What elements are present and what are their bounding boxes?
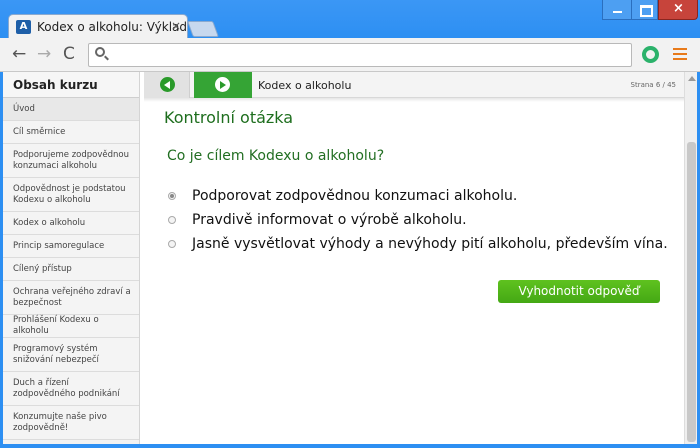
sidebar-item-label: Konzumujte naše pivo zodpovědně! xyxy=(13,411,107,433)
sidebar-list: Úvod Cíl směrnice Podporujeme zodpovědnou … xyxy=(3,98,139,440)
minimize-button[interactable] xyxy=(602,0,632,20)
sidebar-item[interactable]: Duch a řízení zodpovědného podnikání xyxy=(3,372,139,406)
site-favicon-icon: A xyxy=(16,20,31,34)
sidebar-item-label: Podporujeme zodpovědnou konzumaci alkoho… xyxy=(13,149,129,171)
course-sidebar: Obsah kurzu Úvod Cíl směrnice Podporujeme … xyxy=(3,72,140,444)
back-button[interactable]: ← xyxy=(12,45,26,63)
tab-title: Kodex o alkoholu: Výklad xyxy=(37,20,188,34)
sidebar-item-label: Odpovědnost je podstatou Kodexu o alkoho… xyxy=(13,183,126,205)
sidebar-item-label: Prohlášení Kodexu o alkoholu xyxy=(13,315,99,336)
sidebar-item-label: Duch a řízení zodpovědného podnikání xyxy=(13,377,120,399)
sidebar-title: Obsah kurzu xyxy=(3,72,139,98)
content-header: Kodex o alkoholu Strana 6 / 45 xyxy=(144,72,684,98)
title-bar: A Kodex o alkoholu: Výklad × × xyxy=(0,0,700,40)
answer-label: Podporovat zodpovědnou konzumaci alkohol… xyxy=(192,188,518,204)
radio-button[interactable] xyxy=(168,192,176,200)
vertical-scrollbar[interactable] xyxy=(684,72,697,444)
address-bar[interactable] xyxy=(88,43,632,67)
page-counter: Strana 6 / 45 xyxy=(630,81,676,89)
browser-window: A Kodex o alkoholu: Výklad × × ← → C Obs… xyxy=(0,0,700,448)
radio-button[interactable] xyxy=(168,240,176,248)
scroll-up-icon[interactable] xyxy=(688,76,696,81)
sidebar-item-label: Cíl směrnice xyxy=(13,126,66,137)
sidebar-item[interactable]: Programový systém snižování nebezpečí xyxy=(3,338,139,372)
sidebar-item-label: Princip samoregulace xyxy=(13,240,105,251)
next-page-button[interactable] xyxy=(194,72,252,98)
sidebar-item[interactable]: Cíl směrnice xyxy=(3,121,139,144)
radio-button[interactable] xyxy=(168,216,176,224)
new-tab-button[interactable] xyxy=(187,21,219,37)
sidebar-item[interactable]: Cílený přístup xyxy=(3,258,139,281)
reload-button[interactable]: C xyxy=(63,45,75,63)
maximize-button[interactable] xyxy=(632,0,658,20)
browser-toolbar: ← → C xyxy=(0,38,700,72)
scroll-thumb[interactable] xyxy=(687,142,696,442)
page-content: Obsah kurzu Úvod Cíl směrnice Podporujeme … xyxy=(3,72,697,444)
sidebar-item[interactable]: Ochrana veřejného zdraví a bezpečnost xyxy=(3,281,139,315)
section-title: Kontrolní otázka xyxy=(164,108,294,127)
content-heading: Kodex o alkoholu xyxy=(258,79,352,92)
sidebar-item-label: Cílený přístup xyxy=(13,263,72,274)
forward-button[interactable]: → xyxy=(37,45,51,63)
sidebar-item[interactable]: Podporujeme zodpovědnou konzumaci alkoho… xyxy=(3,144,139,178)
menu-icon[interactable] xyxy=(673,48,687,60)
answer-label: Jasně vysvětlovat výhody a nevýhody pití… xyxy=(192,236,668,252)
sidebar-item-label: Ochrana veřejného zdraví a bezpečnost xyxy=(13,286,131,308)
close-icon: × xyxy=(673,1,684,16)
sidebar-item[interactable]: Úvod xyxy=(3,98,139,121)
search-icon xyxy=(95,47,105,57)
sidebar-item[interactable]: Prohlášení Kodexu o alkoholu xyxy=(3,315,139,338)
quiz-question: Co je cílem Kodexu o alkoholu? xyxy=(167,148,385,164)
sidebar-item-label: Úvod xyxy=(13,103,35,114)
sidebar-item[interactable]: Princip samoregulace xyxy=(3,235,139,258)
evaluate-answer-button[interactable]: Vyhodnotit odpověď xyxy=(498,280,660,303)
extension-icon[interactable] xyxy=(642,46,659,63)
tab-close-icon[interactable]: × xyxy=(171,19,181,33)
sidebar-item-label: Kodex o alkoholu xyxy=(13,217,86,228)
previous-page-button[interactable] xyxy=(144,72,190,98)
quiz-area: Kontrolní otázka Co je cílem Kodexu o al… xyxy=(164,108,684,303)
sidebar-item[interactable]: Odpovědnost je podstatou Kodexu o alkoho… xyxy=(3,178,139,212)
arrow-left-icon xyxy=(160,77,175,92)
header-shadow xyxy=(144,98,684,102)
sidebar-item-label: Programový systém snižování nebezpečí xyxy=(13,343,99,365)
answer-label: Pravdivě informovat o výrobě alkoholu. xyxy=(192,212,467,228)
sidebar-item[interactable]: Konzumujte naše pivo zodpovědně! xyxy=(3,406,139,440)
arrow-right-icon xyxy=(215,77,230,92)
window-close-button[interactable]: × xyxy=(658,0,698,20)
sidebar-item[interactable]: Kodex o alkoholu xyxy=(3,212,139,235)
browser-tab[interactable]: A Kodex o alkoholu: Výklad × xyxy=(8,14,188,40)
